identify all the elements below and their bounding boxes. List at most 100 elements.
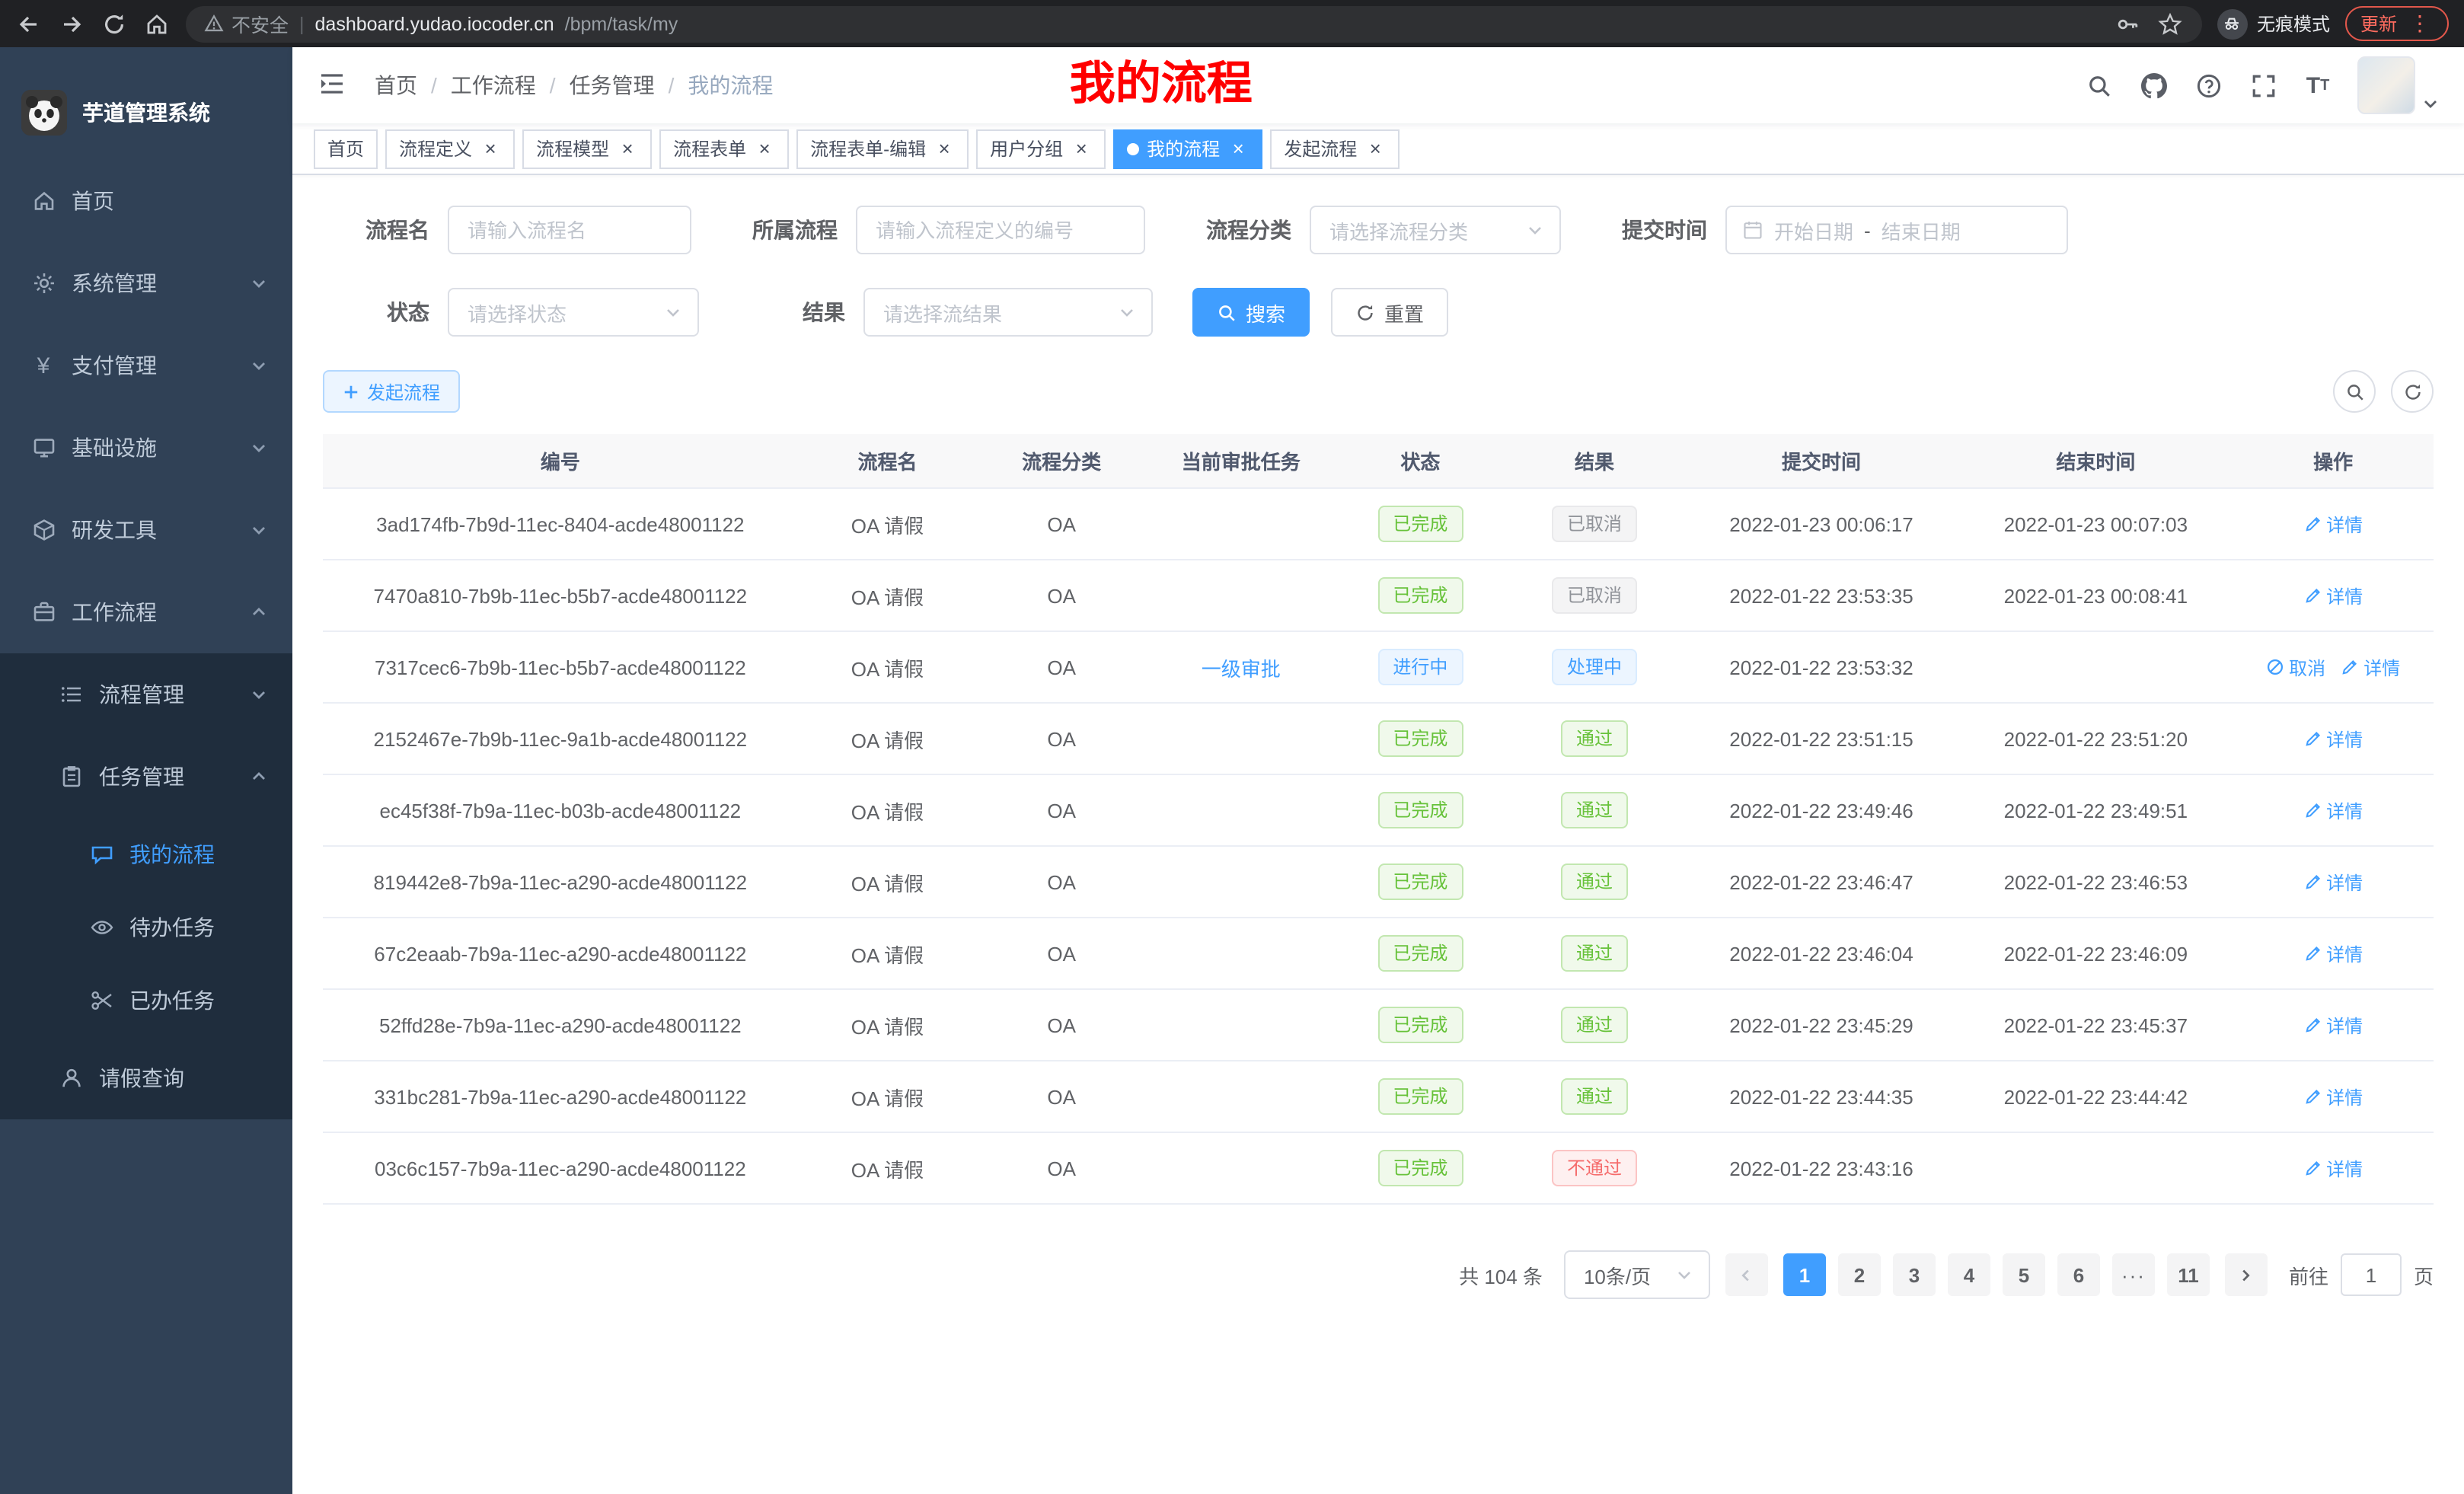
browser-home-icon[interactable] — [143, 10, 171, 37]
sidebar-item-devtools[interactable]: 研发工具 — [0, 489, 292, 571]
page-content: 流程名 所属流程 流程分类 请选择流程分类 — [292, 175, 2464, 1494]
cell-category: OA — [977, 1157, 1146, 1180]
sidebar-item-system[interactable]: 系统管理 — [0, 242, 292, 324]
page-button-3[interactable]: 3 — [1893, 1253, 1936, 1296]
tab-close-icon[interactable]: × — [934, 138, 955, 159]
search-button[interactable]: 搜索 — [1192, 288, 1310, 337]
browser-back-icon[interactable] — [15, 10, 43, 37]
tab-6[interactable]: 我的流程× — [1113, 129, 1262, 168]
tab-close-icon[interactable]: × — [1071, 138, 1092, 159]
caret-down-icon — [2421, 93, 2440, 111]
page-button-2[interactable]: 2 — [1838, 1253, 1881, 1296]
sidebar-toggle-icon[interactable] — [317, 69, 350, 102]
tab-close-icon[interactable]: × — [480, 138, 501, 159]
detail-action-link[interactable]: 详情 — [2303, 1084, 2363, 1109]
end-date-placeholder: 结束日期 — [1882, 215, 1961, 244]
detail-action-link[interactable]: 详情 — [2303, 869, 2363, 895]
detail-action-link[interactable]: 详情 — [2303, 1012, 2363, 1038]
password-key-icon[interactable] — [2114, 10, 2141, 37]
tab-0[interactable]: 首页 — [314, 129, 378, 168]
category-placeholder: 请选择流程分类 — [1329, 215, 1517, 244]
logo-avatar — [21, 90, 67, 136]
current-task-link[interactable]: 一级审批 — [1202, 653, 1281, 682]
submit-time-range-picker[interactable]: 开始日期 - 结束日期 — [1725, 206, 2068, 254]
sidebar-item-task-management[interactable]: 任务管理 — [0, 736, 292, 818]
sidebar-item-label: 系统管理 — [72, 268, 235, 298]
cell-submit-time: 2022-01-22 23:46:04 — [1684, 942, 1958, 965]
user-menu[interactable] — [2357, 56, 2440, 114]
help-icon[interactable] — [2193, 70, 2223, 101]
sidebar-item-workflow[interactable]: 工作流程 — [0, 571, 292, 653]
edit-icon — [2303, 801, 2322, 819]
tab-2[interactable]: 流程模型× — [522, 129, 652, 168]
sidebar-item-label: 任务管理 — [99, 761, 235, 792]
detail-action-link[interactable]: 详情 — [2303, 726, 2363, 752]
page-button-11[interactable]: 11 — [2167, 1253, 2210, 1296]
bookmark-star-icon[interactable] — [2156, 10, 2184, 37]
cell-actions: 详情 — [2233, 1012, 2434, 1038]
github-icon[interactable] — [2138, 70, 2169, 101]
sidebar-item-process-management[interactable]: 流程管理 — [0, 653, 292, 736]
goto-page-input[interactable] — [2341, 1253, 2402, 1296]
next-page-button[interactable] — [2225, 1253, 2268, 1296]
security-warning[interactable]: 不安全 — [204, 9, 289, 38]
page-button-5[interactable]: 5 — [2003, 1253, 2045, 1296]
detail-action-link[interactable]: 详情 — [2303, 797, 2363, 823]
status-placeholder: 请选择状态 — [468, 298, 655, 327]
tab-7[interactable]: 发起流程× — [1270, 129, 1400, 168]
cell-process-id: 52ffd28e-7b9a-11ec-a290-acde48001122 — [323, 1014, 798, 1036]
tab-close-icon[interactable]: × — [1364, 138, 1386, 159]
sidebar-item-todo-tasks[interactable]: 待办任务 — [0, 891, 292, 964]
breadcrumb-item[interactable]: 首页 — [375, 70, 417, 101]
category-select[interactable]: 请选择流程分类 — [1310, 206, 1561, 254]
search-icon[interactable] — [2083, 70, 2114, 101]
page-button-6[interactable]: 6 — [2057, 1253, 2100, 1296]
tab-4[interactable]: 流程表单-编辑× — [796, 129, 969, 168]
browser-reload-icon[interactable] — [101, 10, 128, 37]
tab-close-icon[interactable]: × — [1227, 138, 1249, 159]
detail-action-link[interactable]: 详情 — [2303, 1155, 2363, 1181]
detail-action-link[interactable]: 详情 — [2341, 654, 2400, 680]
sidebar-item-done-tasks[interactable]: 已办任务 — [0, 964, 292, 1037]
incognito-icon — [2217, 8, 2248, 39]
tab-1[interactable]: 流程定义× — [385, 129, 515, 168]
page-button-1[interactable]: 1 — [1783, 1253, 1826, 1296]
prev-page-button[interactable] — [1725, 1253, 1768, 1296]
table-refresh-button[interactable] — [2391, 370, 2434, 413]
fullscreen-icon[interactable] — [2248, 70, 2278, 101]
sidebar-item-my-process[interactable]: 我的流程 — [0, 818, 292, 891]
tab-5[interactable]: 用户分组× — [976, 129, 1106, 168]
table-search-toggle-button[interactable] — [2333, 370, 2376, 413]
avatar[interactable] — [2357, 56, 2415, 114]
browser-menu-kebab-icon[interactable]: ⋮ — [2406, 11, 2434, 37]
cancel-action-link[interactable]: 取消 — [2266, 654, 2325, 680]
reset-button[interactable]: 重置 — [1331, 288, 1448, 337]
font-size-icon[interactable]: TT — [2303, 70, 2333, 101]
sidebar-item-infrastructure[interactable]: 基础设施 — [0, 407, 292, 489]
tab-3[interactable]: 流程表单× — [659, 129, 789, 168]
breadcrumb-separator: / — [669, 73, 675, 97]
browser-update-button[interactable]: 更新 ⋮ — [2345, 6, 2449, 41]
breadcrumb-item[interactable]: 任务管理 — [570, 70, 655, 101]
process-def-input[interactable] — [856, 206, 1145, 254]
tab-close-icon[interactable]: × — [754, 138, 775, 159]
process-name-input[interactable] — [448, 206, 691, 254]
sidebar-item-home[interactable]: 首页 — [0, 160, 292, 242]
sidebar-item-leave-query[interactable]: 请假查询 — [0, 1037, 292, 1119]
breadcrumb-item[interactable]: 工作流程 — [451, 70, 536, 101]
page-button-4[interactable]: 4 — [1948, 1253, 1990, 1296]
address-bar[interactable]: 不安全 | dashboard.yudao.iocoder.cn/bpm/tas… — [186, 5, 2202, 42]
sidebar-item-payment[interactable]: ¥ 支付管理 — [0, 324, 292, 407]
column-header-task: 当前审批任务 — [1146, 446, 1336, 475]
browser-forward-icon[interactable] — [58, 10, 85, 37]
pagination-more[interactable]: ··· — [2112, 1253, 2155, 1296]
result-select[interactable]: 请选择流结果 — [863, 288, 1153, 337]
detail-action-link[interactable]: 详情 — [2303, 583, 2363, 608]
detail-action-link[interactable]: 详情 — [2303, 940, 2363, 966]
create-process-button[interactable]: 发起流程 — [323, 370, 460, 413]
tab-close-icon[interactable]: × — [617, 138, 638, 159]
detail-action-link[interactable]: 详情 — [2303, 511, 2363, 537]
cell-submit-time: 2022-01-22 23:51:15 — [1684, 727, 1958, 750]
page-size-select[interactable]: 10条/页 — [1564, 1250, 1710, 1299]
status-select[interactable]: 请选择状态 — [448, 288, 699, 337]
